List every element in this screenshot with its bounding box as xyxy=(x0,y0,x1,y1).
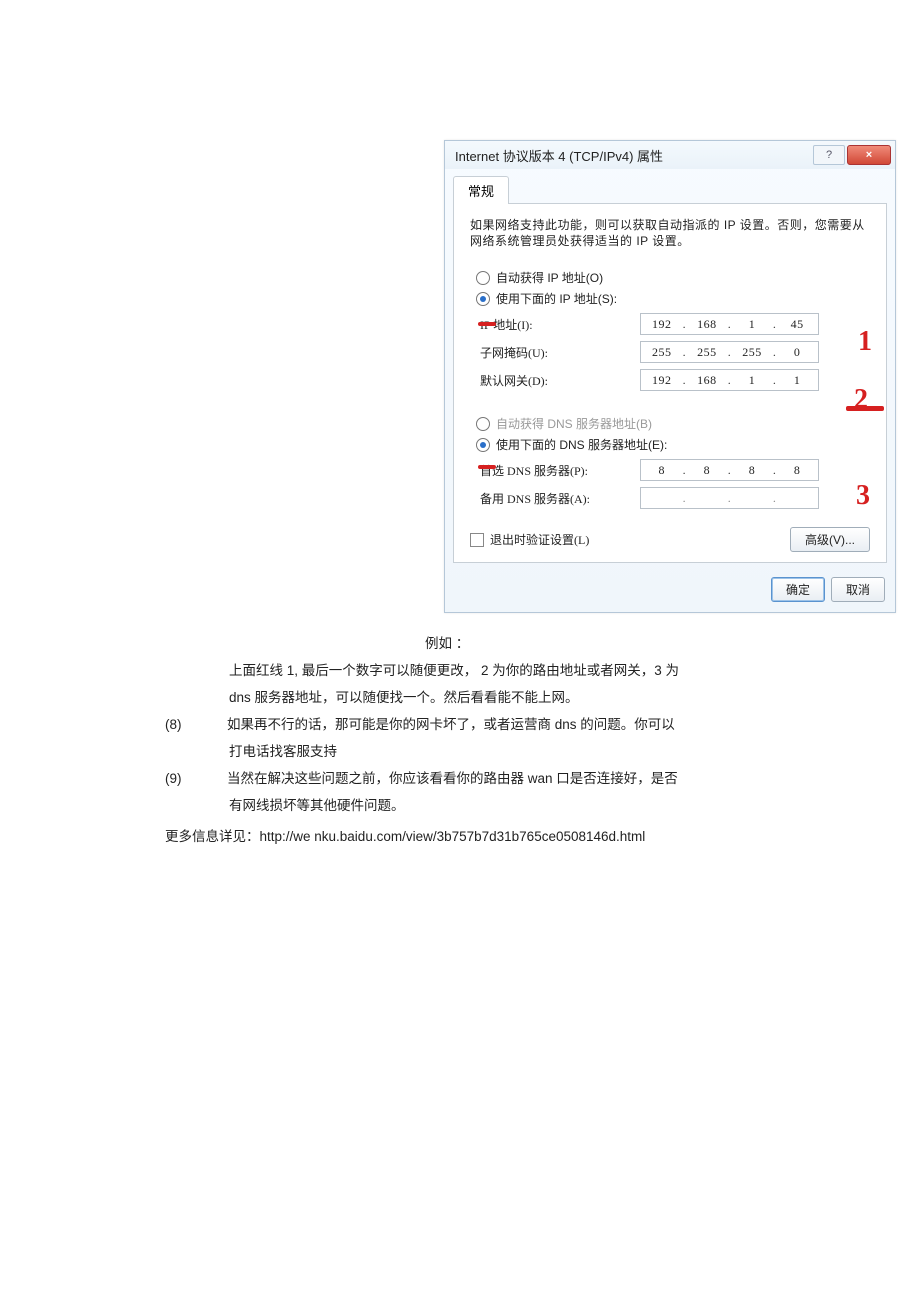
octet: 168 xyxy=(697,317,717,332)
titlebar-title: Internet 协议版本 4 (TCP/IPv4) 属性 xyxy=(455,146,811,165)
dialog-description: 如果网络支持此功能，则可以获取自动指派的 IP 设置。否则，您需要从网络系统管理… xyxy=(470,218,870,249)
body-line: 打电话找客服支持 xyxy=(165,738,805,765)
octet: 1 xyxy=(787,373,807,388)
radio-icon xyxy=(476,292,490,306)
octet: 1 xyxy=(742,373,762,388)
octet: 255 xyxy=(652,345,672,360)
dot-icon: . xyxy=(681,463,687,478)
cancel-button[interactable]: 取消 xyxy=(831,577,885,602)
default-gateway-input[interactable]: 192. 168. 1. 1 xyxy=(640,369,819,391)
close-button[interactable]: × xyxy=(847,145,891,165)
subnet-mask-input[interactable]: 255. 255. 255. 0 xyxy=(640,341,819,363)
octet: 0 xyxy=(787,345,807,360)
radio-auto-ip[interactable]: 自动获得 IP 地址(O) xyxy=(476,269,870,286)
dot-icon: . xyxy=(681,373,687,388)
body-line: 上面红线 1, 最后一个数字可以随便更改， 2 为你的路由地址或者网关，3 为 xyxy=(165,657,805,684)
radio-label: 自动获得 DNS 服务器地址(B) xyxy=(496,415,652,432)
help-button[interactable]: ? xyxy=(813,145,845,165)
preferred-dns-input[interactable]: 8. 8. 8. 8 xyxy=(640,459,819,481)
list-number: (8) xyxy=(165,711,227,738)
dot-icon: . xyxy=(726,373,732,388)
octet: 8 xyxy=(652,463,672,478)
octet: 8 xyxy=(697,463,717,478)
radio-icon xyxy=(476,271,490,285)
dot-icon: . xyxy=(772,463,778,478)
radio-manual-ip[interactable]: 使用下面的 IP 地址(S): xyxy=(476,290,870,307)
ok-button[interactable]: 确定 xyxy=(771,577,825,602)
field-ip-address: IP 地址(I): 192. 168. 1. 45 xyxy=(480,313,870,335)
list-text: 如果再不行的话，那可能是你的网卡坏了，或者运营商 dns 的问题。你可以 xyxy=(227,711,805,738)
list-text: 当然在解决这些问题之前，你应该看看你的路由器 wan 口是否连接好，是否 xyxy=(227,765,805,792)
octet: 8 xyxy=(787,463,807,478)
validate-checkbox[interactable] xyxy=(470,533,484,547)
dot-icon: . xyxy=(772,345,778,360)
field-alternate-dns: 备用 DNS 服务器(A): . . . xyxy=(480,487,870,509)
radio-label: 使用下面的 IP 地址(S): xyxy=(496,290,617,307)
octet: 192 xyxy=(652,317,672,332)
octet: 8 xyxy=(742,463,762,478)
field-label: 备用 DNS 服务器(A): xyxy=(480,490,640,507)
radio-auto-dns[interactable]: 自动获得 DNS 服务器地址(B) xyxy=(476,415,870,432)
field-subnet-mask: 子网掩码(U): 255. 255. 255. 0 xyxy=(480,341,870,363)
body-line: dns 服务器地址，可以随便找一个。然后看看能不能上网。 xyxy=(165,684,805,711)
ip-address-input[interactable]: 192. 168. 1. 45 xyxy=(640,313,819,335)
dot-icon: . xyxy=(726,317,732,332)
page-root: Internet 协议版本 4 (TCP/IPv4) 属性 ? × 常规 如果网… xyxy=(0,0,920,1301)
dot-icon: . xyxy=(681,317,687,332)
dot-icon: . xyxy=(726,491,732,506)
field-label: IP 地址(I): xyxy=(480,316,640,333)
dot-icon: . xyxy=(726,463,732,478)
octet: 45 xyxy=(787,317,807,332)
field-label: 子网掩码(U): xyxy=(480,344,640,361)
button-bar: 确定 取消 xyxy=(445,571,895,612)
field-label: 首选 DNS 服务器(P): xyxy=(480,462,640,479)
octet: 192 xyxy=(652,373,672,388)
octet: 168 xyxy=(697,373,717,388)
octet: 255 xyxy=(697,345,717,360)
properties-dialog: Internet 协议版本 4 (TCP/IPv4) 属性 ? × 常规 如果网… xyxy=(444,140,896,613)
list-item-8: (8) 如果再不行的话，那可能是你的网卡坏了，或者运营商 dns 的问题。你可以 xyxy=(165,711,805,738)
list-item-9: (9) 当然在解决这些问题之前，你应该看看你的路由器 wan 口是否连接好，是否 xyxy=(165,765,805,792)
dot-icon: . xyxy=(772,491,778,506)
radio-label: 使用下面的 DNS 服务器地址(E): xyxy=(496,436,667,453)
dot-icon: . xyxy=(681,491,687,506)
field-label: 默认网关(D): xyxy=(480,372,640,389)
field-default-gateway: 默认网关(D): 192. 168. 1. 1 xyxy=(480,369,870,391)
advanced-button[interactable]: 高级(V)... xyxy=(790,527,870,552)
field-preferred-dns: 首选 DNS 服务器(P): 8. 8. 8. 8 xyxy=(480,459,870,481)
body-line: 有网线损坏等其他硬件问题。 xyxy=(165,792,805,819)
tab-general[interactable]: 常规 xyxy=(453,176,509,204)
radio-label: 自动获得 IP 地址(O) xyxy=(496,269,603,286)
octet: 1 xyxy=(742,317,762,332)
footer-row: 退出时验证设置(L) 高级(V)... xyxy=(470,527,870,552)
dot-icon: . xyxy=(772,373,778,388)
octet: 255 xyxy=(742,345,762,360)
radio-icon xyxy=(476,417,490,431)
alternate-dns-input[interactable]: . . . xyxy=(640,487,819,509)
list-number: (9) xyxy=(165,765,227,792)
dialog-body: 如果网络支持此功能，则可以获取自动指派的 IP 设置。否则，您需要从网络系统管理… xyxy=(453,203,887,563)
radio-icon xyxy=(476,438,490,452)
example-prefix: 例如 ： xyxy=(165,630,805,657)
more-info-line: 更多信息详见：http://we nku.baidu.com/view/3b75… xyxy=(165,823,805,850)
radio-manual-dns[interactable]: 使用下面的 DNS 服务器地址(E): xyxy=(476,436,870,453)
tab-strip: 常规 xyxy=(445,169,895,203)
validate-label: 退出时验证设置(L) xyxy=(490,531,784,548)
dot-icon: . xyxy=(681,345,687,360)
dot-icon: . xyxy=(726,345,732,360)
document-text: 例如 ： 上面红线 1, 最后一个数字可以随便更改， 2 为你的路由地址或者网关… xyxy=(165,630,805,850)
titlebar: Internet 协议版本 4 (TCP/IPv4) 属性 ? × xyxy=(445,141,895,169)
dot-icon: . xyxy=(772,317,778,332)
